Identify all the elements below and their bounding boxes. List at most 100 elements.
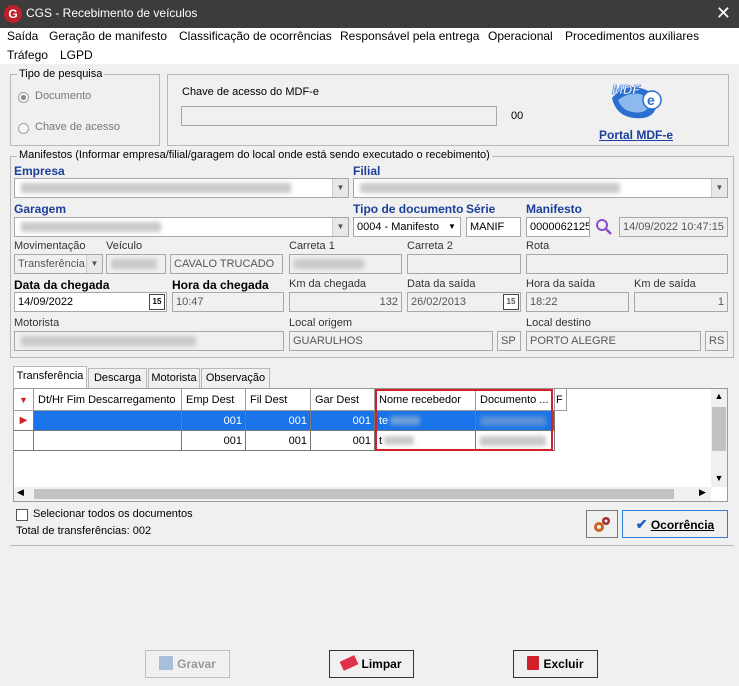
movimentacao-select[interactable]: Transferência ▼ [14, 254, 103, 274]
chevron-down-icon[interactable]: ▼ [332, 179, 348, 197]
save-disk-icon [159, 656, 174, 670]
scroll-down-icon[interactable]: ▼ [711, 473, 727, 483]
vertical-scrollbar[interactable]: ▲ ▼ [711, 389, 727, 487]
app-logo-icon: G [4, 5, 22, 23]
hora-chegada-input[interactable]: 10:47 [172, 292, 284, 312]
checkmark-icon: ✔ [635, 516, 648, 532]
filial-select[interactable]: ▼ [353, 178, 728, 198]
data-chegada-label: Data da chegada [14, 278, 110, 292]
menu-bar: Saída Geração de manifesto Classificação… [0, 28, 739, 64]
chevron-down-icon[interactable]: ▼ [332, 218, 348, 236]
motorista-input[interactable] [14, 331, 284, 351]
excluir-button[interactable]: Excluir [513, 650, 598, 678]
gears-icon [594, 517, 610, 532]
filial-label: Filial [353, 164, 381, 178]
chave-acesso-count: 00 [511, 110, 524, 122]
menu-operacional[interactable]: Operacional [488, 29, 553, 43]
local-destino-input[interactable]: PORTO ALEGRE [526, 331, 701, 351]
title-bar: G CGS - Recebimento de veículos ✕ [0, 0, 739, 28]
km-chegada-input[interactable]: 132 [289, 292, 402, 312]
data-chegada-input[interactable]: 14/09/2022 15 [14, 292, 167, 312]
chave-acesso-input[interactable] [181, 106, 497, 126]
menu-responsavel-entrega[interactable]: Responsável pela entrega [340, 29, 479, 43]
carreta2-input[interactable] [407, 254, 521, 274]
close-icon[interactable]: ✕ [716, 3, 731, 23]
scroll-h-thumb[interactable] [34, 489, 674, 499]
menu-saida[interactable]: Saída [7, 29, 38, 43]
mdfe-logo: MDF e [606, 78, 662, 124]
tipo-documento-label: Tipo de documento [353, 202, 464, 216]
chevron-down-icon[interactable]: ▼ [86, 255, 102, 273]
col-f[interactable]: F [555, 389, 567, 411]
search-icon[interactable] [595, 218, 613, 236]
svg-text:e: e [647, 92, 655, 108]
horizontal-scrollbar[interactable]: ◀ ▶ [14, 487, 711, 501]
col-fil-dest[interactable]: Fil Dest [246, 389, 311, 411]
trash-icon [527, 656, 540, 670]
scroll-left-icon[interactable]: ◀ [17, 487, 24, 498]
km-chegada-label: Km da chegada [289, 278, 367, 290]
empresa-select[interactable]: ▼ [14, 178, 349, 198]
select-all-checkbox[interactable] [16, 509, 28, 521]
col-emp-dest[interactable]: Emp Dest [182, 389, 246, 411]
tipo-pesquisa-label: Tipo de pesquisa [17, 68, 105, 80]
radio-documento-label: Documento [35, 90, 92, 102]
menu-lgpd[interactable]: LGPD [60, 48, 93, 62]
limpar-button[interactable]: Limpar [329, 650, 414, 678]
gear-tools-button[interactable] [586, 510, 618, 538]
data-saida-input[interactable]: 26/02/2013 15 [407, 292, 521, 312]
scroll-up-icon[interactable]: ▲ [711, 391, 727, 401]
garagem-select[interactable]: ▼ [14, 217, 349, 237]
carreta2-label: Carreta 2 [407, 240, 453, 252]
chevron-down-icon[interactable]: ▼ [444, 218, 460, 236]
hora-chegada-label: Hora da chegada [172, 278, 269, 292]
select-all-label: Selecionar todos os documentos [33, 508, 193, 520]
garagem-label: Garagem [14, 202, 67, 216]
calendar-icon[interactable]: 15 [149, 294, 165, 310]
manifesto-input[interactable]: 0000062125 [526, 217, 590, 237]
veiculo-input[interactable] [106, 254, 166, 274]
tab-transferencia[interactable]: Transferência [13, 366, 87, 388]
window-title: CGS - Recebimento de veículos [26, 6, 198, 20]
transferencias-grid: ▼ Dt/Hr Fim Descarregamento Emp Dest Fil… [13, 388, 728, 502]
calendar-icon[interactable]: 15 [503, 294, 519, 310]
col-dt-hr-fim[interactable]: Dt/Hr Fim Descarregamento [34, 389, 182, 411]
local-origem-label: Local origem [289, 317, 352, 329]
radio-chave-acesso-label: Chave de acesso [35, 121, 120, 133]
serie-input[interactable]: MANIF [466, 217, 521, 237]
menu-geracao-manifesto[interactable]: Geração de manifesto [49, 29, 167, 43]
menu-procedimentos-auxiliares[interactable]: Procedimentos auxiliares [565, 29, 699, 43]
svg-text:MDF: MDF [612, 82, 641, 97]
km-saida-input[interactable]: 1 [634, 292, 728, 312]
portal-mdfe-link[interactable]: Portal MDF-e [599, 128, 673, 142]
hora-saida-label: Hora da saída [526, 278, 596, 290]
manifesto-date: 14/09/2022 10:47:15 [619, 217, 728, 237]
chevron-down-icon[interactable]: ▼ [711, 179, 727, 197]
local-origem-input[interactable]: GUARULHOS [289, 331, 493, 351]
radio-chave-acesso[interactable] [18, 123, 29, 134]
scroll-right-icon[interactable]: ▶ [699, 487, 706, 498]
carreta1-input[interactable] [289, 254, 402, 274]
gravar-button[interactable]: Gravar [145, 650, 230, 678]
chave-acesso-label: Chave de acesso do MDF-e [182, 86, 319, 98]
ocorrencia-button[interactable]: ✔ Ocorrência [622, 510, 728, 538]
radio-documento[interactable] [18, 92, 29, 103]
tab-observacao[interactable]: Observação [201, 368, 270, 388]
rota-input[interactable] [526, 254, 728, 274]
tipo-documento-select[interactable]: 0004 - Manifesto ▼ [353, 217, 461, 237]
scroll-thumb[interactable] [712, 407, 726, 451]
km-saida-label: Km de saída [634, 278, 696, 290]
data-saida-label: Data da saída [407, 278, 476, 290]
row-indicator-icon: ▶ [14, 411, 34, 431]
menu-classificacao-ocorrencias[interactable]: Classificação de ocorrências [179, 29, 332, 43]
tab-motorista[interactable]: Motorista [148, 368, 200, 388]
empresa-label: Empresa [14, 164, 65, 178]
eraser-icon [340, 655, 359, 671]
serie-label: Série [466, 202, 496, 216]
menu-trafego[interactable]: Tráfego [7, 48, 48, 62]
manifestos-group-label: Manifestos (Informar empresa/filial/gara… [17, 149, 492, 161]
veiculo-desc: CAVALO TRUCADO [170, 254, 283, 274]
col-gar-dest[interactable]: Gar Dest [311, 389, 375, 411]
hora-saida-input[interactable]: 18:22 [526, 292, 629, 312]
tab-descarga[interactable]: Descarga [88, 368, 147, 388]
